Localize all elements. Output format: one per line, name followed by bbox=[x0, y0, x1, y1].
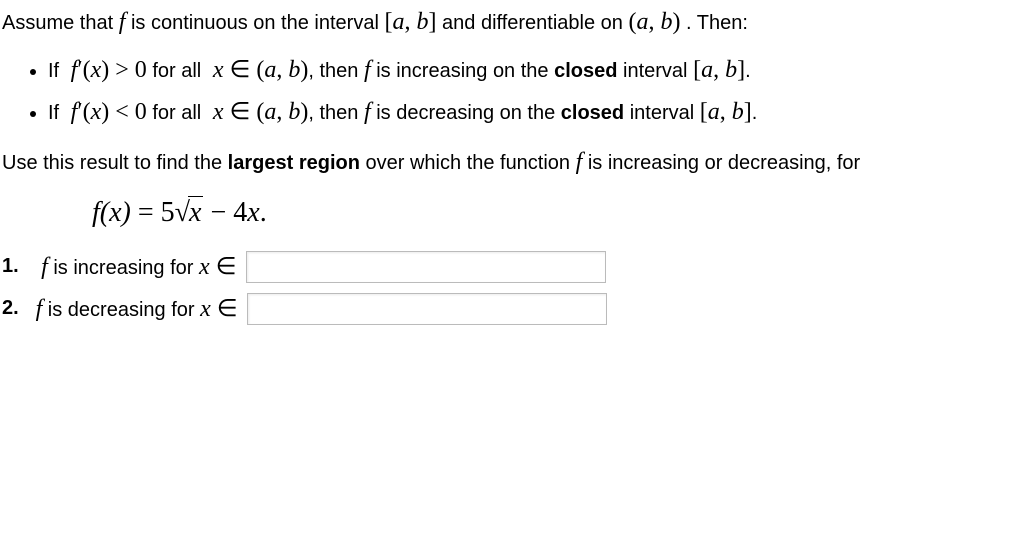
prompt-paragraph: Use this result to find the largest regi… bbox=[2, 146, 1022, 178]
symbol-f: f bbox=[364, 57, 371, 83]
bullet-item: If f′(x) < 0 for all x ∈ (a, b), then f … bbox=[48, 94, 1022, 130]
x-in: x ∈ bbox=[200, 296, 238, 322]
sqrt-arg: x bbox=[188, 196, 203, 228]
interval-open-ab: (a, b) bbox=[628, 9, 680, 35]
text: , then bbox=[308, 60, 364, 82]
condition: f′(x) > 0 bbox=[65, 57, 147, 83]
question-number: 2. bbox=[2, 297, 30, 320]
symbol-f: f bbox=[364, 99, 371, 125]
sqrt: √x bbox=[175, 197, 204, 229]
text: interval bbox=[624, 102, 700, 124]
interval-closed-ab: [a, b] bbox=[700, 99, 752, 125]
text: is increasing for bbox=[48, 257, 199, 279]
text: is increasing on the bbox=[376, 60, 554, 82]
intro-paragraph: Assume that f is continuous on the inter… bbox=[2, 6, 1022, 38]
question-text: f is decreasing for x ∈ bbox=[30, 294, 243, 323]
text: for all bbox=[152, 60, 206, 82]
text: . Then: bbox=[686, 12, 748, 34]
eqn-rhs: − 4x. bbox=[203, 197, 266, 228]
text: Use this result to find the bbox=[2, 152, 228, 174]
text: for all bbox=[152, 102, 206, 124]
interval-closed-ab: [a, b] bbox=[693, 57, 745, 83]
text: If bbox=[48, 60, 65, 82]
symbol-f: f bbox=[41, 254, 48, 280]
text: Assume that bbox=[2, 12, 119, 34]
equation: f(x) = 5√x − 4x. bbox=[92, 197, 267, 228]
question-text: f is increasing for x ∈ bbox=[30, 252, 242, 281]
bullet-item: If f′(x) > 0 for all x ∈ (a, b), then f … bbox=[48, 52, 1022, 88]
text: is increasing or decreasing, for bbox=[588, 152, 860, 174]
question-row: 2. f is decreasing for x ∈ bbox=[2, 293, 1022, 325]
text: is continuous on the interval bbox=[131, 12, 385, 34]
text: and differentiable on bbox=[442, 12, 628, 34]
eqn-lhs: f(x) = 5 bbox=[92, 197, 175, 228]
equation-block: f(x) = 5√x − 4x. bbox=[92, 197, 1022, 229]
closed-word: closed bbox=[561, 102, 624, 124]
condition: f′(x) < 0 bbox=[65, 99, 147, 125]
symbol-f: f bbox=[576, 149, 583, 175]
text: , then bbox=[308, 102, 364, 124]
symbol-f: f bbox=[119, 9, 126, 35]
question-number: 1. bbox=[2, 255, 30, 278]
closed-word: closed bbox=[554, 60, 617, 82]
text: . bbox=[752, 102, 758, 124]
x-in: x ∈ (a, b) bbox=[207, 99, 309, 125]
text: is decreasing on the bbox=[376, 102, 561, 124]
x-in: x ∈ bbox=[199, 254, 237, 280]
text: . bbox=[745, 60, 751, 82]
answer-input-decreasing[interactable] bbox=[247, 293, 607, 325]
largest-region: largest region bbox=[228, 152, 360, 174]
text: is decreasing for bbox=[42, 299, 200, 321]
answer-input-increasing[interactable] bbox=[246, 251, 606, 283]
question-row: 1. f is increasing for x ∈ bbox=[2, 251, 1022, 283]
bullet-list: If f′(x) > 0 for all x ∈ (a, b), then f … bbox=[2, 52, 1022, 130]
text: over which the function bbox=[360, 152, 576, 174]
text: If bbox=[48, 102, 65, 124]
text: interval bbox=[617, 60, 693, 82]
x-in: x ∈ (a, b) bbox=[207, 57, 309, 83]
interval-closed-ab: [a, b] bbox=[384, 9, 436, 35]
